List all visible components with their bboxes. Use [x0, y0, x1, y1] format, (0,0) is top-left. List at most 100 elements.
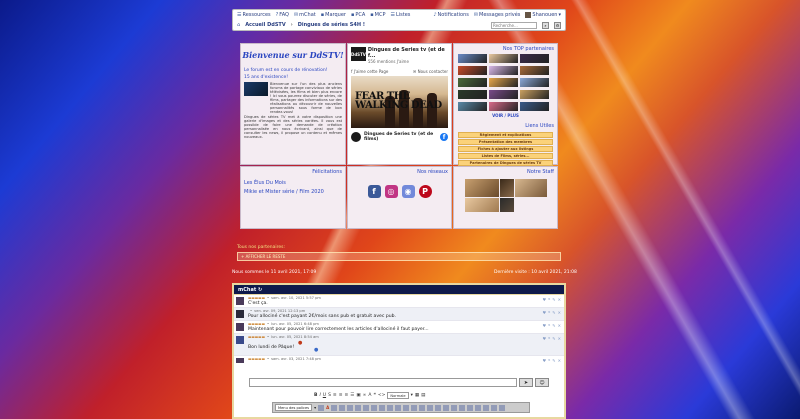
fb-post-image[interactable]: FEAR THE WALKING DEAD: [351, 76, 448, 128]
partner-banner[interactable]: [458, 78, 487, 87]
nav-link-mcp[interactable]: ▪ MCP: [370, 12, 385, 18]
toolbar-icon[interactable]: [379, 404, 386, 411]
quote-icon[interactable]: ❝: [548, 310, 550, 315]
delete-icon[interactable]: ✕: [558, 336, 561, 341]
show-more-partners-button[interactable]: + AFFICHER LE RESTE: [238, 254, 285, 259]
text-color-icon[interactable]: A: [326, 405, 329, 410]
toolbar-icon[interactable]: [403, 404, 410, 411]
delete-icon[interactable]: ✕: [558, 358, 561, 363]
partner-banner[interactable]: [520, 102, 549, 111]
code-icon[interactable]: <>: [378, 393, 386, 398]
chevron-down-icon[interactable]: ▾: [314, 405, 316, 410]
like-icon[interactable]: ♥: [543, 310, 547, 315]
quote-icon[interactable]: ❝: [548, 336, 550, 341]
edit-icon[interactable]: ✎: [552, 323, 555, 328]
chat-username[interactable]: ▬▬▬▬▬: [248, 296, 265, 300]
favorite-link-1[interactable]: Les Élus Du Mois: [244, 180, 342, 186]
fb-page-logo[interactable]: DdSTV: [351, 47, 366, 61]
fb-contact-button[interactable]: ✉ Nous contacter: [413, 69, 448, 74]
like-icon[interactable]: ♥: [543, 336, 547, 341]
partner-banner[interactable]: [520, 78, 549, 87]
font-family-select[interactable]: Menu des polices: [275, 404, 313, 411]
toolbar-icon[interactable]: [411, 404, 418, 411]
discord-icon[interactable]: ◉: [401, 185, 415, 198]
advanced-search-button[interactable]: ⚙: [554, 21, 561, 29]
toolbar-icon[interactable]: [318, 404, 325, 411]
toolbar-icon[interactable]: [387, 404, 394, 411]
font-size-select[interactable]: Normale: [387, 392, 409, 399]
quote-icon[interactable]: ❝: [548, 297, 550, 302]
toolbar-icon[interactable]: [499, 404, 506, 411]
breadcrumb-forum[interactable]: Dingues de séries S4H !: [298, 22, 365, 28]
toolbar-icon[interactable]: [459, 404, 466, 411]
toolbar-icon[interactable]: [339, 404, 346, 411]
toolbar-icon[interactable]: [475, 404, 482, 411]
send-button[interactable]: ➤: [519, 378, 533, 387]
align-center-icon[interactable]: ≡: [339, 393, 343, 398]
toolbar-icon[interactable]: [355, 404, 362, 411]
nav-link-pca[interactable]: ▪ PCA: [351, 12, 365, 18]
like-icon[interactable]: ♥: [543, 323, 547, 328]
fb-page-name[interactable]: Dingues de Series tv (et de f...: [368, 47, 448, 59]
bold-button[interactable]: B: [314, 393, 317, 398]
staff-photo[interactable]: [465, 198, 499, 212]
nav-user-menu[interactable]: Shanouen ▾: [525, 12, 561, 18]
nav-link-mchat[interactable]: ✉ mChat: [294, 12, 316, 18]
like-icon[interactable]: ♥: [543, 297, 547, 302]
toolbar-icon[interactable]: [363, 404, 370, 411]
partner-banner[interactable]: [520, 90, 549, 99]
fb-footer-name[interactable]: Dingues de Series tv (et de films): [364, 132, 437, 142]
search-input[interactable]: [491, 21, 537, 29]
underline-button[interactable]: U: [323, 393, 326, 398]
toolbar-icon[interactable]: [419, 404, 426, 411]
nav-link-listes[interactable]: ☰ Listes: [391, 12, 411, 18]
fb-like-button[interactable]: f J'aime cette Page: [351, 69, 388, 74]
delete-icon[interactable]: ✕: [558, 323, 561, 328]
table-icon[interactable]: ▦: [415, 393, 419, 398]
edit-icon[interactable]: ✎: [552, 336, 555, 341]
nav-link-ressources[interactable]: ☰ Ressources: [237, 12, 271, 18]
toolbar-icon[interactable]: [347, 404, 354, 411]
chat-username[interactable]: ▬▬▬▬▬: [248, 322, 265, 326]
partner-banner[interactable]: [458, 102, 487, 111]
toolbar-icon[interactable]: [395, 404, 402, 411]
staff-photo[interactable]: [515, 179, 547, 197]
useful-link-1[interactable]: Règlement et explications: [458, 132, 553, 138]
quote-icon[interactable]: ❝: [548, 323, 550, 328]
useful-link-4[interactable]: Listes de Films, séries...: [458, 153, 553, 159]
toolbar-icon[interactable]: [331, 404, 338, 411]
list-icon[interactable]: ☰: [350, 393, 354, 398]
smiley-button[interactable]: ☺: [535, 378, 549, 387]
toolbar-icon[interactable]: [491, 404, 498, 411]
align-right-icon[interactable]: ≡: [344, 393, 348, 398]
toolbar-icon[interactable]: [435, 404, 442, 411]
instagram-icon[interactable]: ◎: [384, 185, 398, 198]
quote-icon[interactable]: ❝: [548, 358, 550, 363]
chevron-down-icon[interactable]: ▾: [411, 393, 413, 398]
nav-link-marquer[interactable]: ▪ Marquer: [321, 12, 346, 18]
breadcrumb-home[interactable]: Accueil DdSTV: [245, 22, 286, 28]
chat-username[interactable]: ▬▬▬▬▬: [248, 335, 265, 339]
edit-icon[interactable]: ✎: [552, 358, 555, 363]
spoiler-icon[interactable]: ▤: [421, 393, 425, 398]
staff-photo[interactable]: [465, 179, 499, 197]
color-icon[interactable]: A: [368, 393, 371, 398]
align-left-icon[interactable]: ≡: [333, 393, 337, 398]
toolbar-icon[interactable]: [443, 404, 450, 411]
delete-icon[interactable]: ✕: [558, 310, 561, 315]
partner-banner[interactable]: [458, 66, 487, 75]
partners-more-link[interactable]: VOIR / PLUS: [454, 113, 557, 118]
italic-button[interactable]: I: [319, 393, 320, 398]
edit-icon[interactable]: ✎: [552, 310, 555, 315]
facebook-icon[interactable]: f: [440, 133, 448, 141]
mchat-header[interactable]: mChat ↻: [234, 285, 564, 295]
useful-link-3[interactable]: Fiches à ajouter aux listings: [458, 146, 553, 152]
quote-icon[interactable]: ❝: [373, 393, 375, 398]
toolbar-icon[interactable]: [467, 404, 474, 411]
staff-photo[interactable]: [500, 179, 514, 197]
toolbar-icon[interactable]: [451, 404, 458, 411]
partner-banner[interactable]: [458, 54, 487, 63]
partner-banner[interactable]: [458, 90, 487, 99]
partner-banner[interactable]: [489, 90, 518, 99]
partner-banner[interactable]: [489, 66, 518, 75]
